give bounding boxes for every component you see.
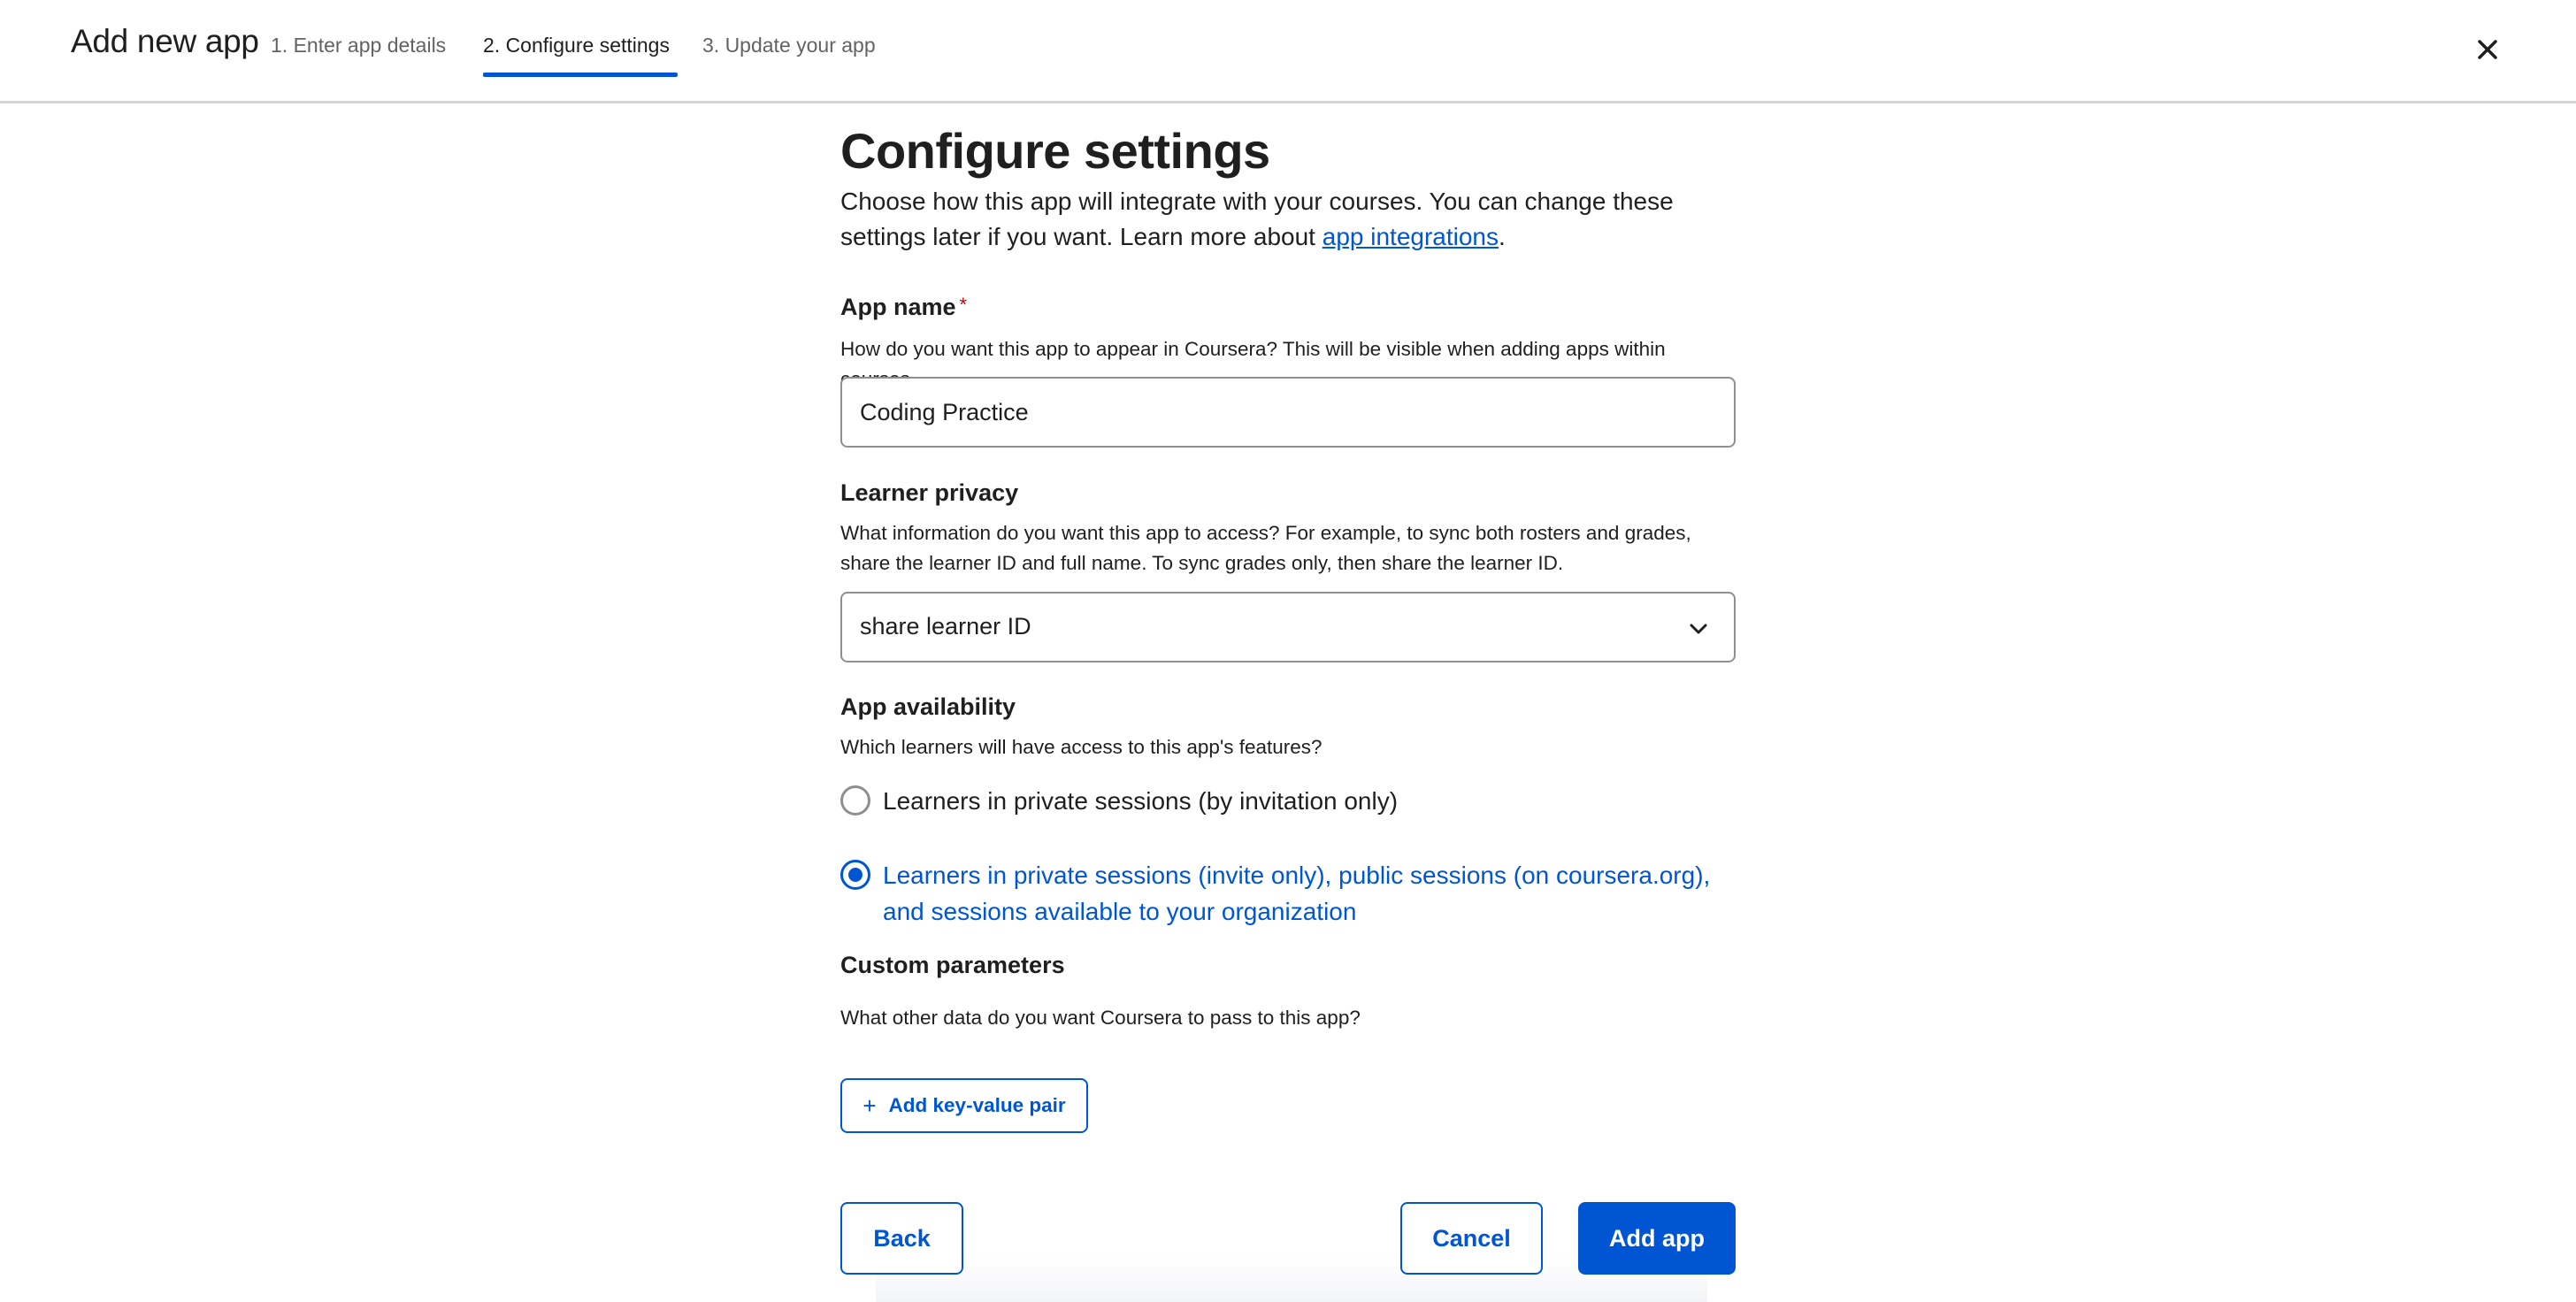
cancel-button[interactable]: Cancel (1400, 1202, 1543, 1275)
close-icon (2478, 40, 2497, 59)
add-key-value-pair-button[interactable]: + Add key-value pair (840, 1078, 1088, 1133)
availability-option-label: Learners in private sessions (by invitat… (883, 787, 1399, 815)
custom-parameters-help: What other data do you want Coursera to … (840, 1007, 1361, 1029)
app-name-input[interactable] (840, 377, 1736, 448)
app-name-label: App name * (840, 294, 968, 320)
learner-privacy-label: Learner privacy (840, 479, 1019, 506)
app-availability-help: Which learners will have access to this … (840, 736, 1322, 758)
learner-privacy-help: What information do you want this app to… (840, 522, 1691, 574)
chevron-down-icon (1690, 624, 1707, 634)
close-button[interactable] (2468, 30, 2507, 69)
learner-privacy-value: share learner ID (860, 613, 1031, 640)
availability-option-label: Learners in private sessions (invite onl… (883, 862, 1711, 925)
plus-icon: + (862, 1091, 877, 1119)
radio-checked[interactable] (840, 860, 870, 890)
app-integrations-link[interactable]: app integrations (1322, 223, 1499, 250)
add-app-button[interactable]: Add app (1578, 1202, 1736, 1275)
step-enter-app-details[interactable]: 1. Enter app details (271, 34, 446, 57)
back-button[interactable]: Back (840, 1202, 963, 1275)
active-step-indicator (483, 73, 678, 77)
modal-title: Add new app (71, 23, 259, 59)
availability-option-private[interactable]: Learners in private sessions (by invitat… (840, 785, 1736, 821)
learner-privacy-select[interactable]: share learner ID (840, 592, 1736, 662)
step-configure-settings[interactable]: 2. Configure settings (483, 34, 670, 57)
app-availability-label: App availability (840, 693, 1016, 720)
radio-unchecked[interactable] (840, 785, 870, 816)
step-update-your-app[interactable]: 3. Update your app (702, 34, 876, 57)
page-title: Configure settings (840, 123, 1270, 179)
custom-parameters-label: Custom parameters (840, 952, 1065, 978)
modal-header: Add new app 1. Enter app details 2. Conf… (0, 0, 2576, 103)
required-marker: * (959, 294, 968, 316)
intro-text: Choose how this app will integrate with … (840, 188, 1674, 250)
availability-option-all[interactable]: Learners in private sessions (invite onl… (840, 860, 1736, 934)
